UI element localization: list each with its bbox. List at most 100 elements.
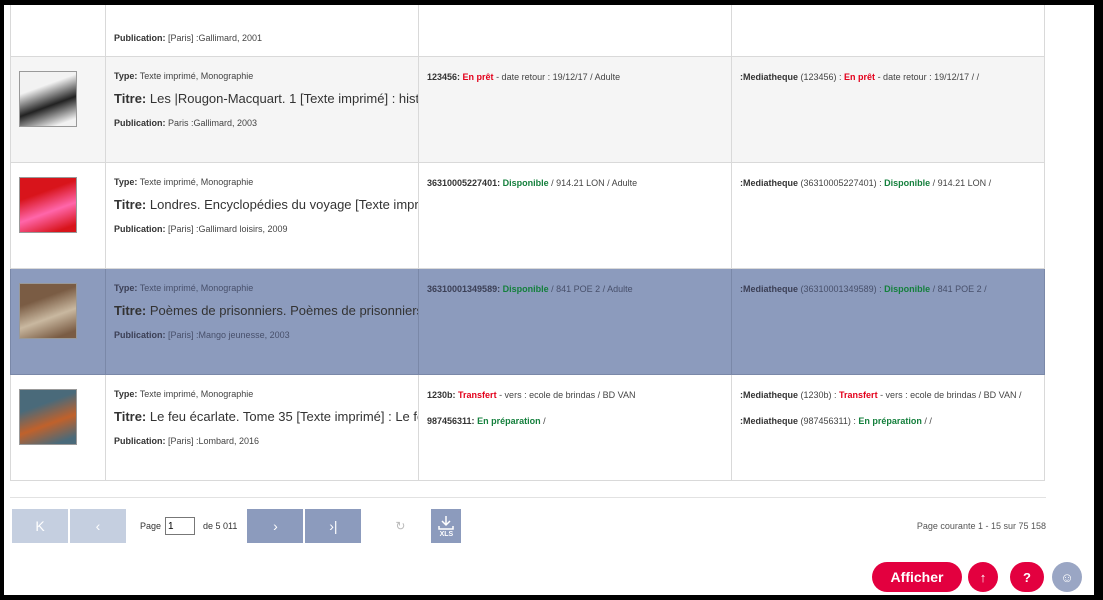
location-code: (36310001349589) : <box>798 284 885 294</box>
table-row[interactable]: Type: Texte imprimé, Monographie Titre: P… <box>10 268 1045 375</box>
availability-status: Transfert <box>458 390 497 400</box>
title-value[interactable]: Londres. Encyclopédies du voyage [Texte … <box>150 197 418 212</box>
afficher-button[interactable]: Afficher <box>872 562 962 592</box>
doc-type: Type: Texte imprimé, Monographie <box>114 71 418 81</box>
doc-title[interactable]: Titre: Le feu écarlate. Tome 35 [Texte i… <box>114 409 418 424</box>
question-icon: ? <box>1023 569 1031 585</box>
location-line: :Mediatheque (1230b) : Transfert - vers … <box>740 390 1044 400</box>
location-cell: :Mediatheque (123456) : En prêt - date r… <box>731 56 1045 163</box>
results-table: Publication: [Paris] :Gallimard, 2001 Typ… <box>10 5 1045 481</box>
availability-status: En prêt <box>844 72 876 82</box>
doc-type: Type: Texte imprimé, Monographie <box>114 389 418 399</box>
page-total-label: de 5 011 <box>203 521 238 531</box>
location-cell: :Mediatheque (1230b) : Transfert - vers … <box>731 374 1045 481</box>
cover-cell <box>10 374 106 481</box>
doc-title[interactable]: Titre: Londres. Encyclopédies du voyage … <box>114 197 418 212</box>
table-row[interactable]: Publication: [Paris] :Gallimard, 2001 <box>10 5 1045 57</box>
prev-page-button[interactable]: ‹ <box>70 509 126 543</box>
title-label: Titre: <box>114 91 147 106</box>
doc-type: Type: Texte imprimé, Monographie <box>114 177 418 187</box>
copy-code: 36310001349589: <box>427 284 501 294</box>
copy-line: 1230b: Transfert - vers : ecole de brind… <box>427 390 731 400</box>
copy-line: 36310005227401: Disponible / 914.21 LON … <box>427 178 731 188</box>
cover-cell <box>10 56 106 163</box>
table-row[interactable]: Type: Texte imprimé, Monographie Titre: L… <box>10 162 1045 269</box>
title-value[interactable]: Les |Rougon-Macquart. 1 [Texte imprimé] … <box>150 91 418 106</box>
copies-cell: 123456: En prêt - date retour : 19/12/17… <box>418 56 732 163</box>
availability-status: Disponible <box>884 284 931 294</box>
description-cell: Type: Texte imprimé, Monographie Titre: P… <box>105 268 419 375</box>
copies-cell: 1230b: Transfert - vers : ecole de brind… <box>418 374 732 481</box>
pub-label: Publication: <box>114 330 166 340</box>
type-label: Type: <box>114 389 138 399</box>
copy-code: 123456: <box>427 72 461 82</box>
availability-status: Disponible <box>502 178 549 188</box>
pub-label: Publication: <box>114 224 166 234</box>
doc-publication: Publication: [Paris] :Lombard, 2016 <box>114 436 418 446</box>
page-label: Page <box>140 521 162 531</box>
doc-publication: Publication: [Paris] :Mango jeunesse, 20… <box>114 330 418 340</box>
page-number-input[interactable] <box>165 517 196 535</box>
description-cell: Publication: [Paris] :Gallimard, 2001 <box>105 5 419 57</box>
last-page-button[interactable]: ›| <box>305 509 362 543</box>
refresh-icon[interactable]: ↻ <box>393 519 407 533</box>
first-page-button[interactable]: K <box>12 509 68 543</box>
availability-status: En préparation <box>858 416 922 426</box>
pub-label: Publication: <box>114 118 166 128</box>
copy-details: - vers : ecole de brindas / BD VAN <box>496 390 636 400</box>
copy-code: 987456311: <box>427 416 475 426</box>
doc-publication: Publication: Paris :Gallimard, 2003 <box>114 118 418 128</box>
xls-label: XLS <box>439 530 454 538</box>
title-value[interactable]: Poèmes de prisonniers. Poèmes de prisonn… <box>150 303 418 318</box>
download-icon <box>438 515 455 530</box>
doc-title[interactable]: Titre: Poèmes de prisonniers. Poèmes de … <box>114 303 418 318</box>
library-name: :Mediatheque <box>740 178 799 188</box>
title-label: Titre: <box>114 409 147 424</box>
copy-details: / 841 POE 2 / Adulte <box>548 284 633 294</box>
arrow-up-icon: ↑ <box>979 569 987 585</box>
type-value: Texte imprimé, Monographie <box>139 283 254 293</box>
help-button[interactable]: ? <box>1010 562 1044 592</box>
location-cell: :Mediatheque (36310005227401) : Disponib… <box>731 162 1045 269</box>
copy-line: 987456311: En préparation / <box>427 416 731 426</box>
availability-status: Disponible <box>502 284 549 294</box>
doc-publication: Publication: [Paris] :Gallimard, 2001 <box>114 33 418 43</box>
location-cell <box>731 5 1045 57</box>
cover-cell <box>10 162 106 269</box>
type-label: Type: <box>114 71 138 81</box>
availability-status: Transfert <box>839 390 878 400</box>
location-line: :Mediatheque (36310001349589) : Disponib… <box>740 284 1044 294</box>
location-details: / 914.21 LON / <box>930 178 992 188</box>
type-label: Type: <box>114 177 138 187</box>
type-value: Texte imprimé, Monographie <box>139 389 254 399</box>
book-cover-image[interactable] <box>19 283 77 339</box>
page-status: Page courante 1 - 15 sur 75 158 <box>916 521 1046 531</box>
book-cover-image[interactable] <box>19 71 77 127</box>
library-name: :Mediatheque <box>740 416 799 426</box>
book-cover-image[interactable] <box>19 177 77 233</box>
location-code: (1230b) : <box>798 390 840 400</box>
chat-button[interactable]: ☺ <box>1052 562 1082 592</box>
title-label: Titre: <box>114 303 147 318</box>
export-xls-button[interactable]: XLS <box>431 509 462 543</box>
location-details: - date retour : 19/12/17 / / <box>875 72 980 82</box>
title-value[interactable]: Le feu écarlate. Tome 35 [Texte imprimé]… <box>150 409 418 424</box>
next-page-button[interactable]: › <box>247 509 304 543</box>
title-label: Titre: <box>114 197 147 212</box>
cover-cell <box>10 268 106 375</box>
type-value: Texte imprimé, Monographie <box>139 71 254 81</box>
book-cover-image[interactable] <box>19 389 77 445</box>
copy-details: - date retour : 19/12/17 / Adulte <box>493 72 621 82</box>
description-cell: Type: Texte imprimé, Monographie Titre: L… <box>105 56 419 163</box>
scroll-top-button[interactable]: ↑ <box>968 562 998 592</box>
availability-status: En prêt <box>462 72 494 82</box>
copies-cell: 36310005227401: Disponible / 914.21 LON … <box>418 162 732 269</box>
description-cell: Type: Texte imprimé, Monographie Titre: L… <box>105 162 419 269</box>
doc-type: Type: Texte imprimé, Monographie <box>114 283 418 293</box>
doc-title[interactable]: Titre: Les |Rougon-Macquart. 1 [Texte im… <box>114 91 418 106</box>
table-row[interactable]: Type: Texte imprimé, Monographie Titre: L… <box>10 56 1045 163</box>
copy-details: / <box>540 416 546 426</box>
table-row[interactable]: Type: Texte imprimé, Monographie Titre: L… <box>10 374 1045 481</box>
library-name: :Mediatheque <box>740 284 799 294</box>
type-label: Type: <box>114 283 138 293</box>
